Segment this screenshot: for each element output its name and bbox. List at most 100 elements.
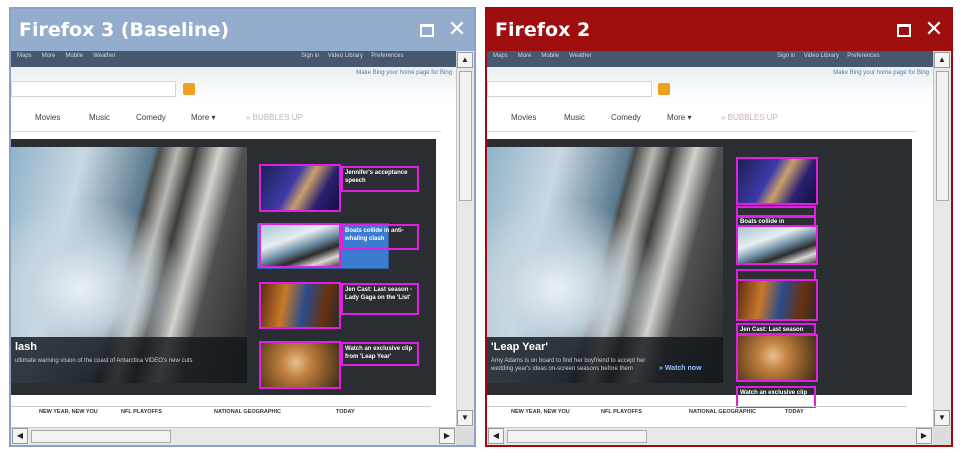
vertical-scrollbar[interactable]: ▲ ▼ <box>456 51 474 427</box>
topnav-link[interactable]: Preferences <box>371 53 403 59</box>
vertical-scroll-thumb[interactable] <box>459 71 472 201</box>
video-thumbnail[interactable] <box>736 225 818 265</box>
bottom-tab[interactable]: NATIONAL GEOGRAPHIC <box>214 409 281 415</box>
hero-caption: 'Leap Year' Amy Adams is on board to fin… <box>487 337 723 383</box>
topnav-link[interactable]: Maps <box>493 53 508 59</box>
search-hint-link[interactable]: Make Bing your home page for Bing <box>356 70 452 76</box>
hero-title[interactable]: 'Leap Year' <box>491 341 548 353</box>
search-hint-link[interactable]: Make Bing your home page for Bing <box>833 70 929 76</box>
bottom-divider <box>11 406 431 407</box>
page-viewport: Maps More Mobile Weather Sign in Video L… <box>11 51 456 427</box>
search-icon[interactable] <box>658 83 670 95</box>
tab-bubbles-up[interactable]: » BUBBLES UP <box>721 113 778 122</box>
thumbnail-caption[interactable]: Watch an exclusive clip from 'Leap Year' <box>736 386 816 408</box>
scroll-corner <box>933 427 951 445</box>
top-nav-left: Maps More Mobile Weather <box>493 53 592 59</box>
horizontal-scrollbar[interactable]: ◀ ▶ <box>487 427 933 445</box>
site-top-bar: Maps More Mobile Weather Sign in Video L… <box>487 51 933 67</box>
tab-bubbles-up[interactable]: » BUBBLES UP <box>246 113 303 122</box>
scroll-down-button[interactable]: ▼ <box>457 410 473 426</box>
topnav-link[interactable]: Maps <box>17 53 32 59</box>
bottom-tab[interactable]: NFL PLAYOFFS <box>601 409 642 415</box>
topnav-link[interactable]: More <box>518 53 532 59</box>
thumbnail-caption[interactable]: Boats collide in anti-whaling clash <box>341 224 419 250</box>
bottom-tab[interactable]: NATIONAL GEOGRAPHIC <box>689 409 756 415</box>
video-thumbnail[interactable] <box>259 282 341 329</box>
thumbnail-caption[interactable]: Watch an exclusive clip from 'Leap Year' <box>341 342 419 366</box>
topnav-link[interactable]: More <box>42 53 56 59</box>
scroll-up-button[interactable]: ▲ <box>457 52 473 68</box>
hero-caption: lash ultimate warning vision of the coas… <box>11 337 247 383</box>
tab-comedy[interactable]: Comedy <box>136 113 166 122</box>
topnav-link[interactable]: Preferences <box>847 53 879 59</box>
browser-window-firefox-3: Firefox 3 (Baseline) ✕ Maps More Mobile … <box>9 7 476 447</box>
topnav-link[interactable]: Sign in <box>301 53 319 59</box>
tab-movies[interactable]: Movies <box>511 113 536 122</box>
top-nav-left: Maps More Mobile Weather <box>17 53 116 59</box>
search-input[interactable] <box>11 81 176 97</box>
title-bar[interactable]: Firefox 3 (Baseline) ✕ <box>11 9 474 51</box>
hero-description: ultimate warning vision of the coast of … <box>15 358 193 364</box>
watch-now-link[interactable]: » Watch now <box>659 365 702 372</box>
bottom-tab[interactable]: NEW YEAR, NEW YOU <box>511 409 570 415</box>
video-thumbnail[interactable] <box>736 279 818 321</box>
tab-more[interactable]: More ▾ <box>191 113 215 122</box>
topnav-link[interactable]: Sign in <box>777 53 795 59</box>
close-button[interactable]: ✕ <box>447 17 467 42</box>
title-bar[interactable]: Firefox 2 ✕ <box>487 9 951 51</box>
thumbnail-caption[interactable]: Jen Cast: Last season - Lady Gaga on the… <box>341 283 419 315</box>
close-button[interactable]: ✕ <box>924 17 944 42</box>
tab-comedy[interactable]: Comedy <box>611 113 641 122</box>
hero-image[interactable]: 'Leap Year' Amy Adams is on board to fin… <box>487 147 723 383</box>
tab-music[interactable]: Music <box>564 113 585 122</box>
horizontal-scroll-thumb[interactable] <box>507 430 647 443</box>
bottom-tab[interactable]: TODAY <box>336 409 355 415</box>
thumbnail-caption[interactable]: Jennifer's acceptance speech <box>341 166 419 192</box>
tab-divider <box>487 131 917 132</box>
scroll-left-button[interactable]: ◀ <box>488 428 504 444</box>
close-icon: ✕ <box>924 17 944 42</box>
maximize-button[interactable] <box>418 21 436 39</box>
video-thumbnail[interactable] <box>259 164 341 212</box>
bottom-tab[interactable]: TODAY <box>785 409 804 415</box>
video-thumbnail[interactable] <box>259 223 341 268</box>
maximize-button[interactable] <box>895 21 913 39</box>
hero-title[interactable]: lash <box>15 341 37 353</box>
bottom-tab[interactable]: NFL PLAYOFFS <box>121 409 162 415</box>
search-row: Make Bing your home page for Bing <box>11 67 456 101</box>
horizontal-scroll-thumb[interactable] <box>31 430 171 443</box>
topnav-link[interactable]: Weather <box>569 53 592 59</box>
video-thumbnail[interactable] <box>259 341 341 389</box>
topnav-link[interactable]: Video Library <box>328 53 363 59</box>
bottom-tab[interactable]: NEW YEAR, NEW YOU <box>39 409 98 415</box>
scroll-corner <box>456 427 474 445</box>
scroll-up-button[interactable]: ▲ <box>934 52 950 68</box>
horizontal-scrollbar[interactable]: ◀ ▶ <box>11 427 456 445</box>
scroll-right-button[interactable]: ▶ <box>916 428 932 444</box>
tab-movies[interactable]: Movies <box>35 113 60 122</box>
topnav-link[interactable]: Mobile <box>65 53 83 59</box>
scroll-right-button[interactable]: ▶ <box>439 428 455 444</box>
topnav-link[interactable]: Mobile <box>541 53 559 59</box>
search-input[interactable] <box>487 81 652 97</box>
tab-music[interactable]: Music <box>89 113 110 122</box>
hero-description: Amy Adams is on board to find her boyfri… <box>491 358 646 372</box>
search-icon[interactable] <box>183 83 195 95</box>
close-icon: ✕ <box>447 17 467 42</box>
top-nav-right: Sign in Video Library Preferences <box>301 53 404 59</box>
vertical-scrollbar[interactable]: ▲ ▼ <box>933 51 951 427</box>
page-viewport: Maps More Mobile Weather Sign in Video L… <box>487 51 933 427</box>
video-thumbnail[interactable] <box>736 334 818 382</box>
scroll-down-button[interactable]: ▼ <box>934 410 950 426</box>
vertical-scroll-thumb[interactable] <box>936 71 949 201</box>
window-title: Firefox 2 <box>495 19 591 41</box>
video-thumbnail[interactable] <box>736 157 818 205</box>
scroll-left-button[interactable]: ◀ <box>12 428 28 444</box>
topnav-link[interactable]: Weather <box>93 53 116 59</box>
bottom-divider <box>487 406 907 407</box>
topnav-link[interactable]: Video Library <box>804 53 839 59</box>
tab-divider <box>11 131 441 132</box>
maximize-icon <box>420 23 434 37</box>
tab-more[interactable]: More ▾ <box>667 113 691 122</box>
hero-image[interactable]: lash ultimate warning vision of the coas… <box>11 147 247 383</box>
